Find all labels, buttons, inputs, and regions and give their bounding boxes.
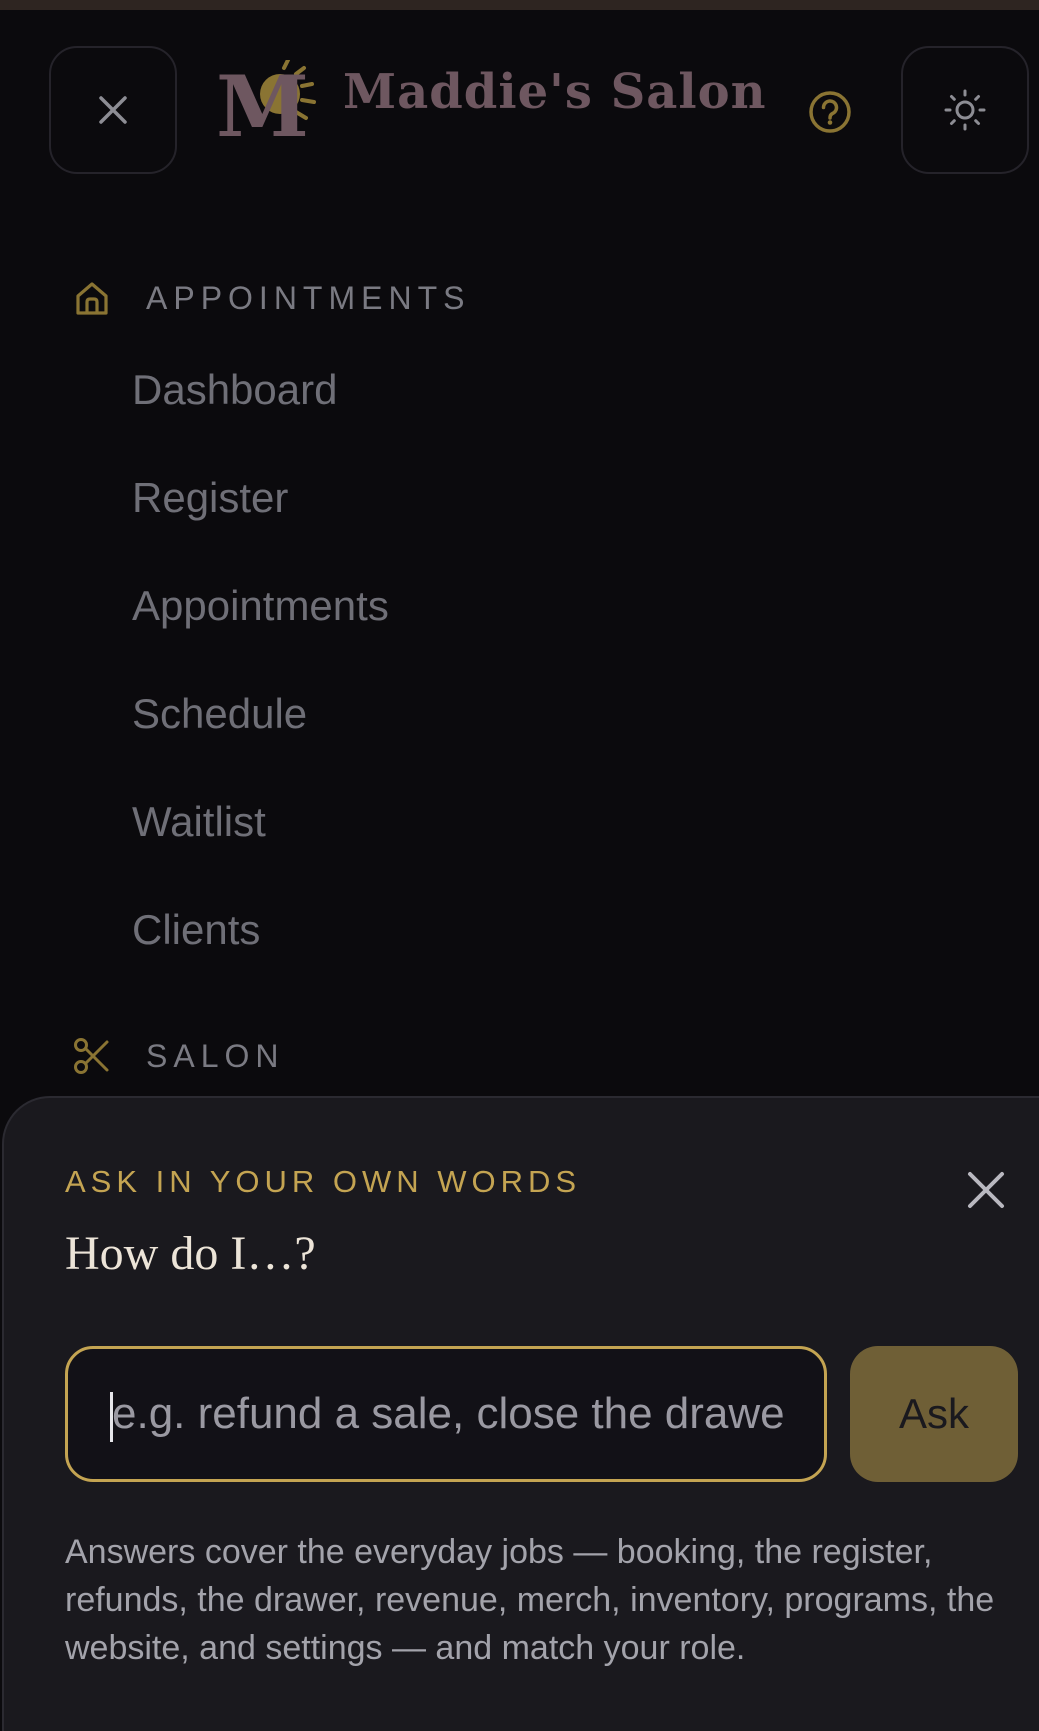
text-cursor <box>110 1392 113 1442</box>
help-circle-icon[interactable] <box>808 90 852 134</box>
app-page: M Maddie's Salon APPOINTMENTS Dashboard … <box>0 0 1039 1731</box>
close-icon <box>99 96 127 124</box>
nav-item-appointments[interactable]: Appointments <box>132 582 389 630</box>
help-sheet-description: Answers cover the everyday jobs — bookin… <box>65 1533 995 1667</box>
close-icon[interactable] <box>964 1168 1008 1212</box>
nav-item-clients[interactable]: Clients <box>132 906 260 954</box>
brand-name: Maddie's Salon <box>343 64 767 120</box>
scissors-icon <box>74 1038 109 1074</box>
help-sheet: ASK IN YOUR OWN WORDS How do I…? Ask Ans… <box>2 1096 1039 1731</box>
nav-item-dashboard[interactable]: Dashboard <box>132 366 337 414</box>
sun-icon <box>944 89 986 131</box>
nav-section-appointments: APPOINTMENTS <box>72 278 470 318</box>
nav-section-label: SALON <box>146 1037 285 1074</box>
nav-section-salon: SALON <box>72 1036 284 1076</box>
nav-section-label: APPOINTMENTS <box>146 279 471 316</box>
brand-logo: M <box>216 60 316 144</box>
nav-item-schedule[interactable]: Schedule <box>132 690 307 738</box>
help-sheet-eyebrow: ASK IN YOUR OWN WORDS <box>65 1164 582 1199</box>
ask-button[interactable]: Ask <box>850 1346 1018 1482</box>
nav-item-waitlist[interactable]: Waitlist <box>132 798 266 846</box>
nav-item-register[interactable]: Register <box>132 474 288 522</box>
close-menu-button[interactable] <box>49 46 177 174</box>
ask-question-input[interactable] <box>65 1346 827 1482</box>
top-border <box>0 0 1039 10</box>
theme-toggle-button[interactable] <box>901 46 1029 174</box>
help-sheet-title: How do I…? <box>65 1227 316 1280</box>
home-icon <box>76 282 108 315</box>
logo-letter: M <box>216 60 309 144</box>
